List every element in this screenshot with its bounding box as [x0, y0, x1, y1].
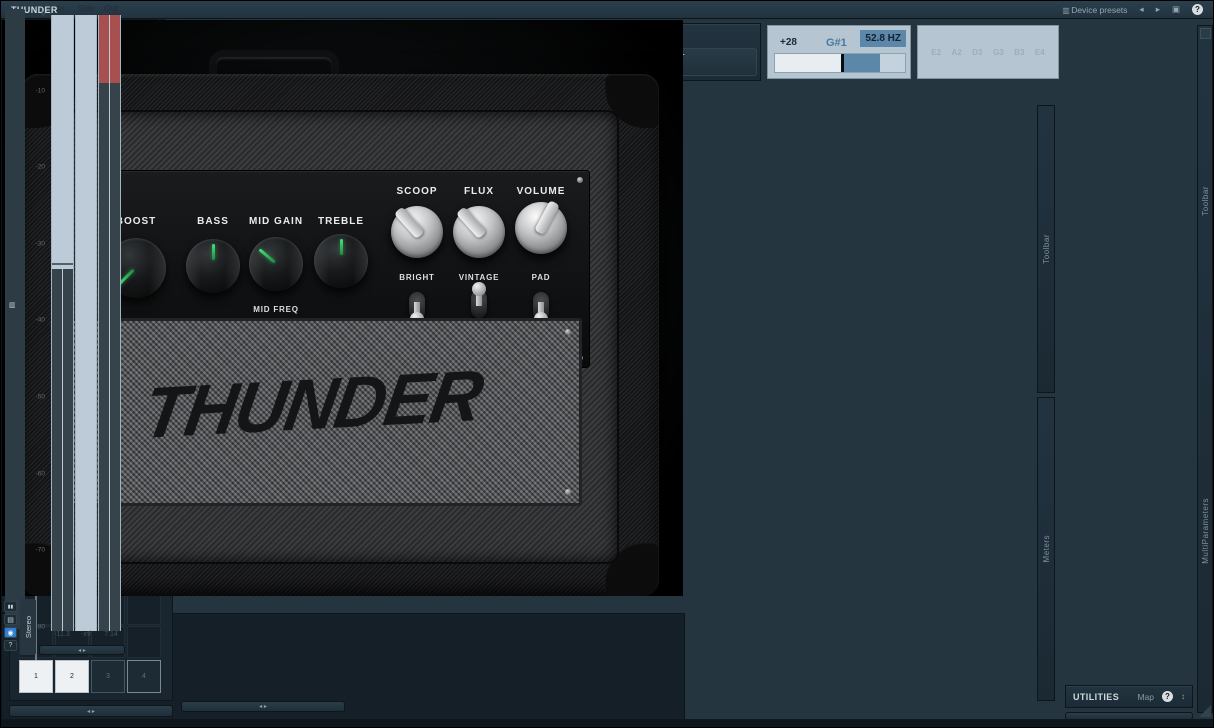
out-meter-value: 7.14	[104, 631, 118, 638]
meter-scale-tick: -30	[27, 240, 45, 247]
in-meter-value: -11.3	[54, 631, 69, 638]
out-meter-left-clip	[99, 15, 109, 83]
browser-collapse-grip[interactable]: ◂ ▸	[181, 701, 345, 712]
device-screen-icon[interactable]: ▣	[1172, 4, 1180, 15]
out-meter-right	[110, 83, 120, 631]
meter-scale-tick: -20	[27, 164, 45, 171]
scoop-knob[interactable]	[391, 206, 443, 258]
treble-knob[interactable]	[314, 234, 368, 288]
meter-header-out: Out	[104, 4, 118, 13]
bass-knob[interactable]	[186, 239, 240, 293]
rail-collapse-button[interactable]	[1200, 28, 1211, 39]
meter-scale-tick: -10	[27, 87, 45, 94]
mid-gain-knob[interactable]	[249, 237, 303, 291]
bottom-strip	[1, 719, 1214, 728]
routing-collapse-grip[interactable]: ◂ ▸	[9, 705, 173, 717]
device-help-icon[interactable]: ?	[1192, 4, 1203, 15]
map-button[interactable]: Map	[1137, 692, 1154, 702]
meter-pause-button[interactable]: ▮▮	[4, 601, 17, 612]
amp-grille: THUNDER	[70, 318, 582, 506]
bright-label: BRIGHT	[399, 273, 434, 282]
string-label[interactable]: E2	[931, 48, 941, 57]
volume-knob[interactable]	[515, 202, 567, 254]
meter-scale-tick: -60	[27, 470, 45, 477]
chain-slot-button[interactable]: 2	[55, 660, 89, 693]
tuner-note: G#1	[826, 37, 847, 49]
resize-handle[interactable]	[1199, 705, 1211, 717]
stereo-tab[interactable]: Stereo	[20, 599, 36, 655]
tuner-bar	[774, 53, 906, 73]
string-label[interactable]: G3	[993, 48, 1004, 57]
meter-scale-tick: -40	[27, 317, 45, 324]
chain-slot-button[interactable]: 1	[19, 660, 53, 693]
meter-collapse-grip[interactable]: ◂ ▸	[39, 645, 125, 655]
chain-slot-button[interactable]: 4	[127, 660, 161, 693]
utilities-updown-icon[interactable]: ↕	[1181, 692, 1185, 701]
meter-chart-button[interactable]: ▤	[4, 614, 17, 625]
bass-label: BASS	[197, 216, 229, 227]
chain-slot-button[interactable]: 3	[91, 660, 125, 693]
tuner-frequency: 52.8 HZ	[860, 30, 906, 47]
device-presets-button[interactable]: ▥ Device presets	[1062, 5, 1127, 15]
meters-collapsed-panel[interactable]: Meters	[1037, 397, 1055, 701]
in-meter-left	[52, 269, 62, 631]
device-header: THUNDER ▥ Device presets ◂ ▸ ▣ ?	[1, 1, 1213, 19]
pad-label: PAD	[532, 273, 551, 282]
in-meter-right	[63, 269, 73, 631]
meter-header-in: In	[57, 4, 64, 13]
meter-header-side: Side	[78, 4, 95, 13]
device-next-icon[interactable]: ▸	[1156, 4, 1160, 15]
out-meter-right-clip	[110, 15, 120, 83]
out-meter-left	[99, 83, 109, 631]
mid-gain-label: MID GAIN	[249, 216, 303, 227]
side-meter-value: -inf	[81, 631, 91, 638]
flux-knob[interactable]	[453, 206, 505, 258]
utilities-bar: UTILITIES Map ? ↕	[1065, 685, 1193, 708]
meter-grid-icon[interactable]: ▥	[9, 301, 16, 309]
meter-help-button[interactable]: ?	[4, 640, 17, 651]
multiparameters-rail-tab[interactable]: MultiParameters	[1197, 381, 1213, 681]
tuner-display[interactable]: +28 G#1 52.8 HZ	[767, 25, 911, 79]
meter-scale-tick: -50	[27, 394, 45, 401]
meter-scale-tick: 0	[27, 11, 45, 18]
string-selector[interactable]: E2 A2 D3 G3 B3 E4	[917, 25, 1059, 79]
treble-label: TREBLE	[318, 216, 364, 227]
in-peak-marker	[52, 263, 73, 265]
utilities-help-icon[interactable]: ?	[1162, 691, 1173, 702]
meter-sidebar[interactable]	[5, 9, 25, 629]
volume-label: VOLUME	[517, 186, 566, 197]
toolbar-collapsed-panel[interactable]: Toolbar	[1037, 105, 1055, 393]
vintage-label: VINTAGE	[459, 273, 500, 282]
svg-text:THUNDER: THUNDER	[138, 355, 489, 454]
string-label[interactable]: E4	[1035, 48, 1045, 57]
device-prev-icon[interactable]: ◂	[1139, 4, 1143, 15]
string-label[interactable]: B3	[1014, 48, 1024, 57]
utilities-title: UTILITIES	[1073, 692, 1119, 702]
thunder-logo: THUNDER	[99, 315, 552, 488]
meter-scale-tick: -70	[27, 547, 45, 554]
plugin-window: MGuitarArchitect (16.08) ▦ Presets ◂ ▸ ▩…	[0, 0, 1214, 728]
string-label[interactable]: A2	[952, 48, 962, 57]
meter-power-button[interactable]: ◉	[4, 627, 17, 638]
string-label[interactable]: D3	[972, 48, 982, 57]
toolbar-rail-tab[interactable]: Toolbar	[1197, 41, 1213, 361]
tuner-cents: +28	[780, 37, 797, 48]
mid-freq-label: MID FREQ	[253, 305, 299, 314]
